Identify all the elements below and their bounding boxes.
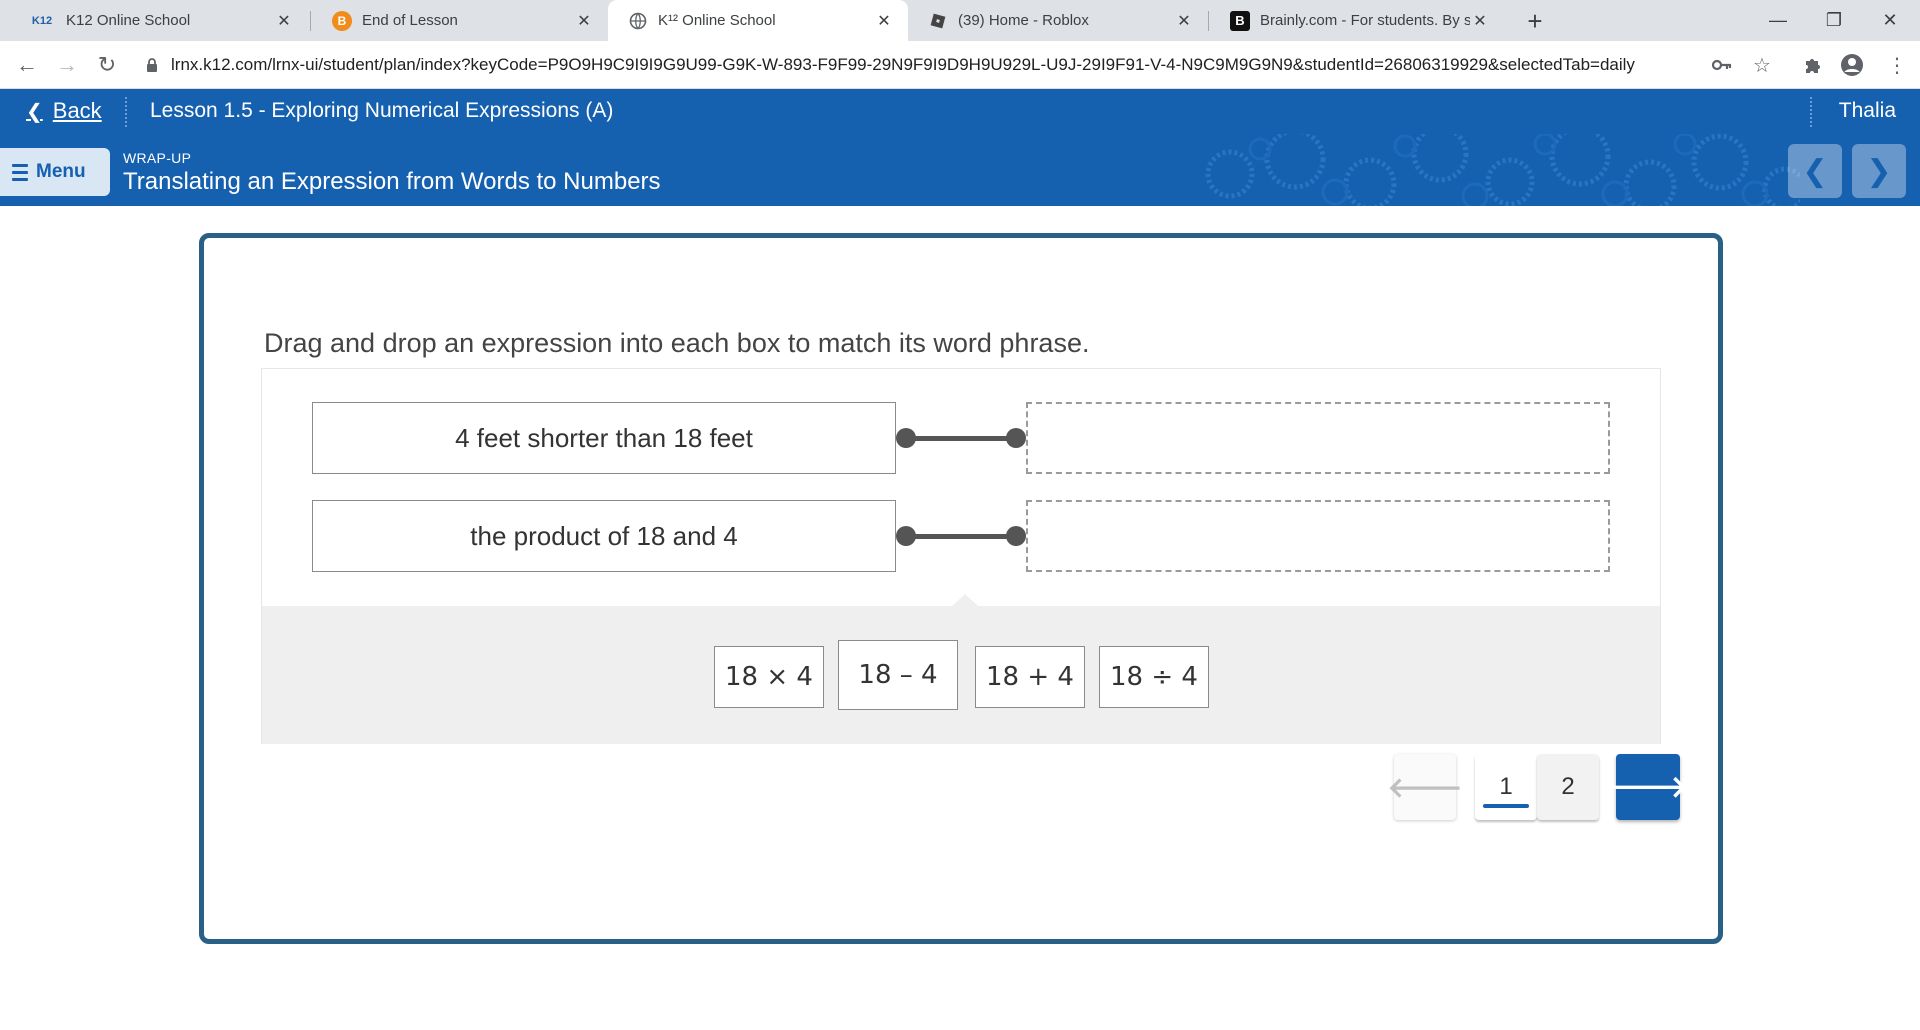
section-label: WRAP-UP	[123, 150, 192, 166]
drop-target-box[interactable]	[1026, 402, 1610, 474]
browser-menu-icon[interactable]: ⋮	[1880, 48, 1914, 82]
phrase-box: the product of 18 and 4	[312, 500, 896, 572]
page-2-button[interactable]: 2	[1537, 754, 1599, 820]
browser-tab-strip: K12 K12 Online School ✕ B End of Lesson …	[0, 0, 1920, 41]
previous-screen-button[interactable]: ❮	[1788, 144, 1842, 198]
current-page-indicator	[1483, 804, 1529, 808]
close-tab-icon[interactable]: ✕	[1470, 11, 1490, 31]
close-tab-icon[interactable]: ✕	[1174, 11, 1194, 31]
phrase-box: 4 feet shorter than 18 feet	[312, 402, 896, 474]
lesson-header-bar: ❮ Back Lesson 1.5 - Exploring Numerical …	[0, 89, 1920, 134]
expression-chip[interactable]: 18 × 4	[714, 646, 824, 708]
arrow-right-icon: 🡒	[1607, 771, 1689, 804]
brainpop-favicon-icon: B	[332, 10, 352, 31]
close-tab-icon[interactable]: ✕	[874, 11, 894, 31]
back-arrow-icon[interactable]: ←	[10, 48, 44, 82]
decorative-gear-pattern	[1205, 134, 1800, 206]
new-tab-button[interactable]: +	[1520, 6, 1550, 36]
browser-toolbar: ← → ↻ lrnx.k12.com/lrnx-ui/student/plan/…	[0, 41, 1920, 89]
lesson-title: Lesson 1.5 - Exploring Numerical Express…	[150, 99, 614, 122]
back-link[interactable]: ❮ Back	[26, 98, 102, 124]
expression-chip[interactable]: 18 + 4	[975, 646, 1085, 708]
drop-target-box[interactable]	[1026, 500, 1610, 572]
arrow-left-icon: 🡐	[1387, 772, 1463, 803]
next-screen-button[interactable]: ❯	[1852, 144, 1906, 198]
menu-button[interactable]: Menu	[0, 148, 110, 196]
previous-page-button[interactable]: 🡐	[1387, 754, 1463, 820]
connector-line	[896, 525, 1028, 547]
browser-tab-k12[interactable]: K12 K12 Online School ✕	[8, 0, 308, 41]
page-1-button[interactable]: 1	[1475, 754, 1537, 820]
user-name[interactable]: Thalia	[1839, 99, 1896, 123]
answer-choice-tray: 18 × 4 18 – 4 18 + 4 18 ÷ 4	[262, 594, 1660, 744]
browser-tab-end-of-lesson[interactable]: B End of Lesson ✕	[312, 0, 608, 41]
reload-icon[interactable]: ↻	[90, 48, 124, 82]
extensions-puzzle-icon[interactable]	[1795, 48, 1829, 82]
chevron-left-icon: ❮	[26, 100, 43, 123]
brainly-favicon-icon: B	[1230, 10, 1250, 31]
drag-drop-activity: 4 feet shorter than 18 feet the product …	[261, 368, 1661, 744]
lock-icon[interactable]	[139, 57, 165, 73]
section-header-bar: Menu WRAP-UP Translating an Expression f…	[0, 134, 1920, 206]
next-page-button[interactable]: 🡒	[1608, 754, 1688, 820]
close-tab-icon[interactable]: ✕	[574, 11, 594, 31]
forward-arrow-icon[interactable]: →	[50, 48, 84, 82]
connector-line	[896, 427, 1028, 449]
globe-icon	[628, 11, 648, 31]
roblox-favicon-icon	[928, 11, 948, 31]
instruction-text: Drag and drop an expression into each bo…	[264, 328, 1090, 358]
address-bar[interactable]: lrnx.k12.com/lrnx-ui/student/plan/index?…	[139, 47, 1739, 83]
section-title: Translating an Expression from Words to …	[123, 168, 661, 195]
browser-tab-brainly[interactable]: B Brainly.com - For students. By stu ✕	[1210, 0, 1504, 41]
browser-tab-k12-online-school[interactable]: K¹² Online School ✕	[608, 0, 908, 41]
close-window-icon[interactable]: ✕	[1862, 0, 1918, 41]
k12-favicon-icon: K12	[31, 14, 53, 27]
browser-tab-roblox[interactable]: (39) Home - Roblox ✕	[908, 0, 1208, 41]
url-text: lrnx.k12.com/lrnx-ui/student/plan/index?…	[171, 55, 1635, 74]
minimize-icon[interactable]: —	[1750, 0, 1806, 41]
expression-chip[interactable]: 18 ÷ 4	[1099, 646, 1209, 708]
menu-icon	[12, 163, 28, 181]
restore-window-icon[interactable]: ❐	[1806, 0, 1862, 41]
password-key-icon[interactable]	[1705, 48, 1739, 82]
activity-card: Drag and drop an expression into each bo…	[199, 233, 1723, 944]
expression-chip[interactable]: 18 – 4	[838, 640, 958, 710]
profile-avatar-icon[interactable]	[1835, 48, 1869, 82]
bookmark-star-icon[interactable]: ☆	[1745, 48, 1779, 82]
close-tab-icon[interactable]: ✕	[274, 11, 294, 31]
